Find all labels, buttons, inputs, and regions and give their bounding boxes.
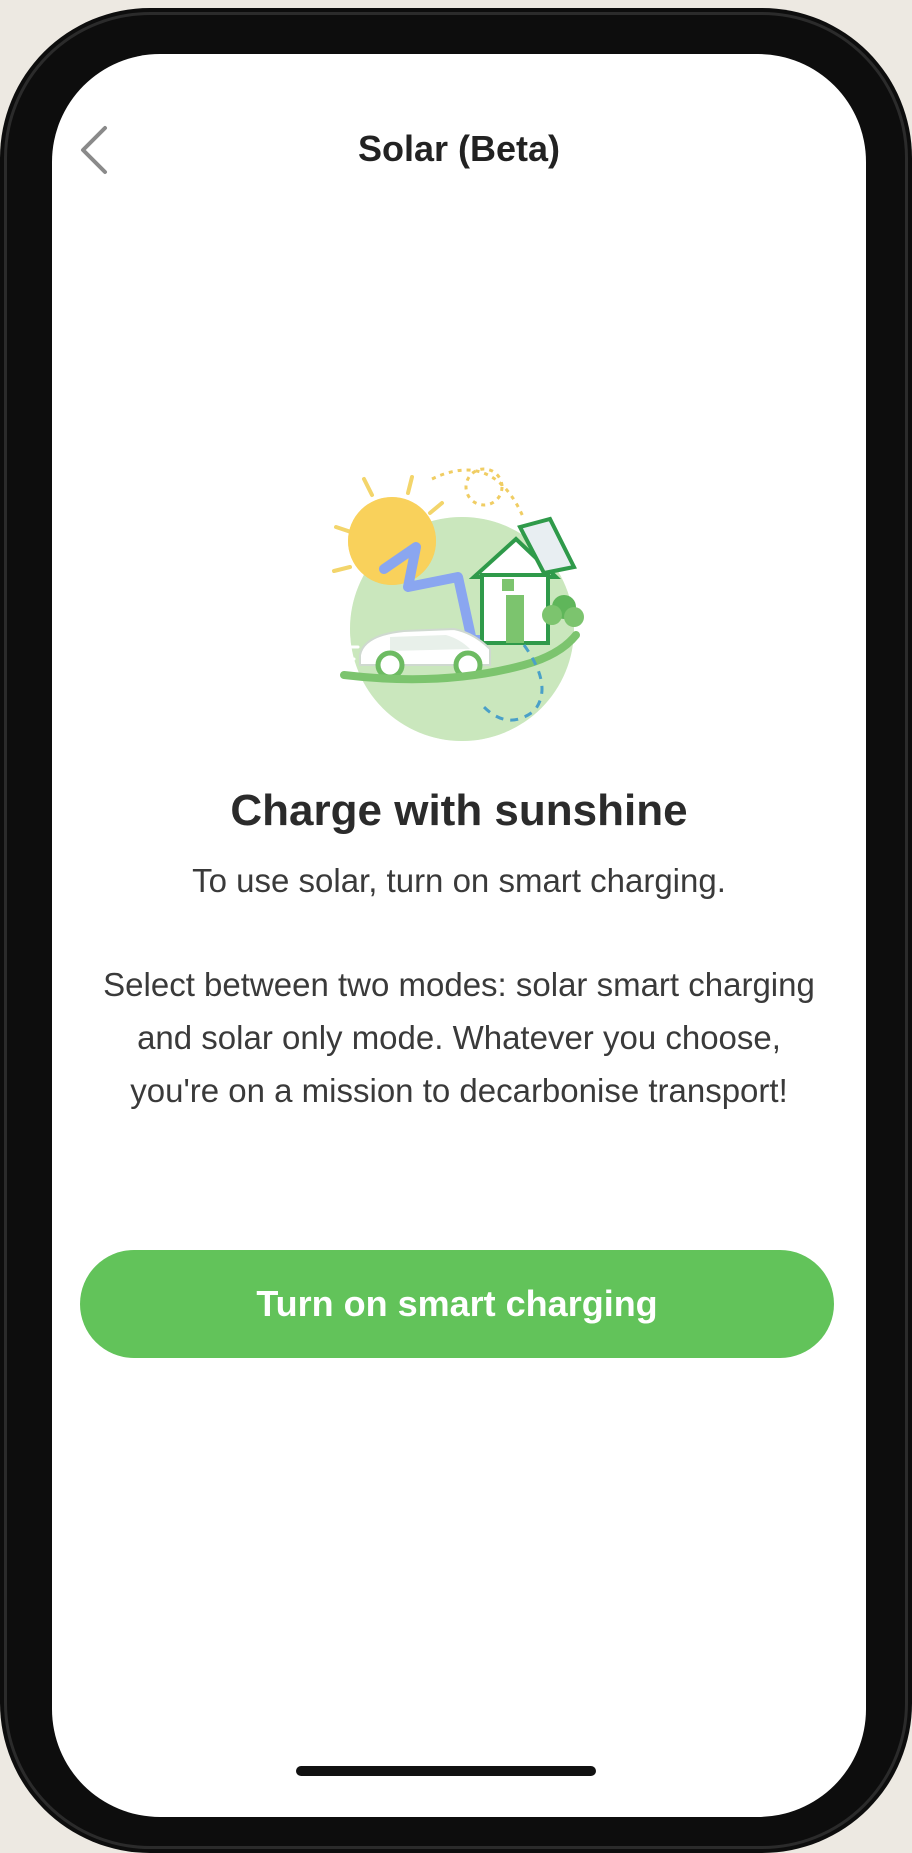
page-title: Solar (Beta)	[357, 128, 561, 169]
home-indicator[interactable]	[296, 1766, 596, 1776]
app-screen: Solar (Beta) Charge with sunshine To use…	[52, 54, 866, 1817]
solar-house-car-illustration	[324, 459, 624, 789]
headline: Charge with sunshine	[230, 786, 688, 835]
car-wheel-icon	[375, 650, 405, 680]
subtitle: To use solar, turn on smart charging.	[192, 862, 726, 899]
description-text: Select between two modes: solar smart ch…	[103, 966, 815, 1109]
turn-on-smart-charging-button[interactable]: Turn on smart charging	[80, 1250, 834, 1358]
phone-frame: Solar (Beta) Charge with sunshine To use…	[0, 8, 912, 1853]
navigation-bar: Solar (Beta)	[52, 114, 866, 214]
sun-trail-dotted-icon	[431, 468, 526, 520]
